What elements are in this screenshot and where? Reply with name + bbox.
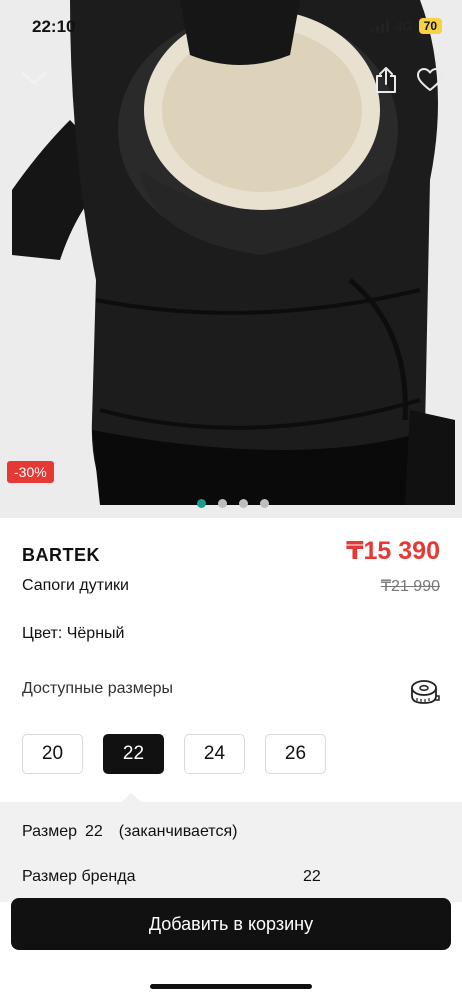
color-label: Цвет: Чёрный [22, 625, 125, 642]
size-value: 22 [85, 823, 103, 840]
brand-name[interactable]: BARTEK [22, 545, 100, 566]
measuring-tape-icon [411, 680, 440, 704]
size-option-20[interactable]: 20 [22, 734, 83, 774]
pagination-dot[interactable] [218, 499, 227, 508]
signal-icon [371, 19, 390, 33]
heart-icon [417, 68, 443, 91]
share-button[interactable] [370, 64, 402, 96]
pagination-dot[interactable] [260, 499, 269, 508]
status-indicators: 4G 70 [371, 18, 442, 34]
share-icon [376, 67, 396, 93]
home-indicator[interactable] [150, 984, 312, 989]
pagination-dot[interactable] [239, 499, 248, 508]
brand-size-value: 22 [303, 868, 321, 885]
product-name: Сапоги дутики [22, 577, 129, 594]
gallery-pagination[interactable] [197, 499, 269, 508]
add-to-cart-button[interactable]: Добавить в корзину [11, 898, 451, 950]
status-bar: 22:10 4G 70 [0, 0, 462, 52]
stock-status: (заканчивается) [118, 823, 238, 840]
collapse-button[interactable] [18, 62, 50, 94]
battery-icon: 70 [418, 18, 442, 34]
size-details-panel: Размер 22 (заканчивается) Размер бренда … [0, 802, 462, 902]
size-option-22[interactable]: 22 [103, 734, 164, 774]
size-option-24[interactable]: 24 [184, 734, 245, 774]
discount-badge: -30% [7, 461, 54, 483]
current-price: ₸15 390 [346, 537, 440, 565]
chevron-down-icon [21, 71, 47, 85]
product-image-gallery[interactable]: 22:10 4G 70 -30% [0, 0, 462, 518]
brand-size-label: Размер бренда [22, 868, 136, 885]
size-label: Размер [22, 823, 77, 840]
size-options: 20 22 24 26 [22, 734, 326, 774]
selected-size-line: Размер 22 (заканчивается) [22, 823, 237, 841]
status-time: 22:10 [32, 17, 76, 36]
size-option-26[interactable]: 26 [265, 734, 326, 774]
size-guide-button[interactable] [410, 677, 440, 707]
pagination-dot[interactable] [197, 499, 206, 508]
old-price: ₸21 990 [380, 578, 440, 595]
network-type: 4G [395, 18, 413, 34]
available-sizes-title: Доступные размеры [22, 680, 174, 697]
favorite-button[interactable] [414, 64, 446, 96]
